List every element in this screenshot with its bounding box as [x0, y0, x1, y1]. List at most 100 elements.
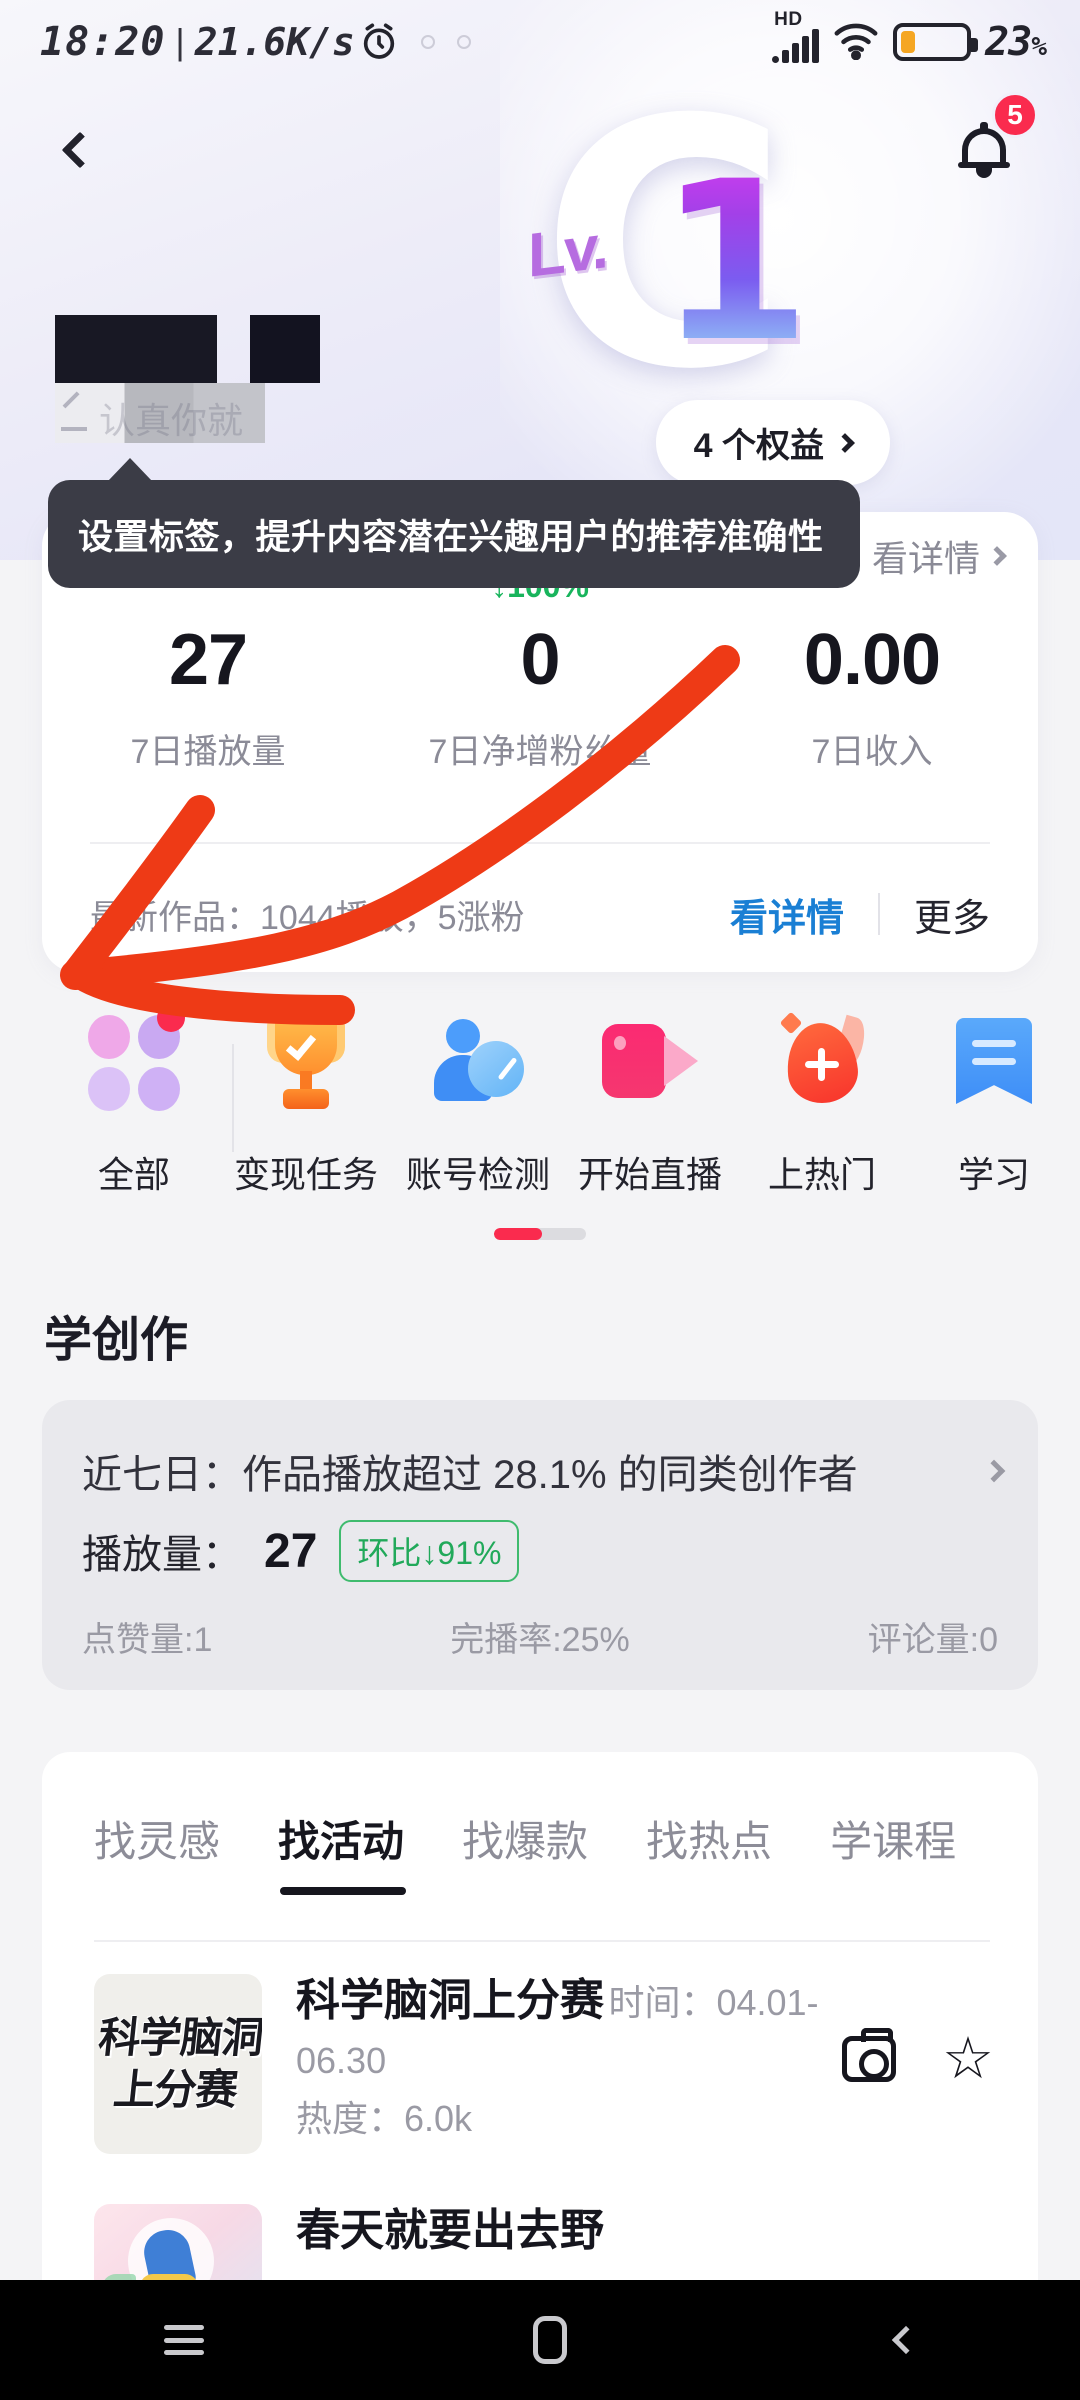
username-redaction	[250, 315, 320, 383]
status-bar-right: HD 23%	[772, 9, 1047, 65]
back-chevron-icon	[61, 131, 99, 169]
activity-title: 春天就要出去野	[296, 2206, 604, 2255]
stats-row: 27 7日播放量 ↓100% 0 7日净增粉丝量 0.00 7日收入	[42, 568, 1038, 773]
tab-courses[interactable]: 学课程	[830, 1808, 956, 1895]
tag-setting-tooltip[interactable]: 设置标签，提升内容潜在兴趣用户的推荐准确性	[48, 458, 860, 588]
activity-info: 科学脑洞上分赛 时间：04.01-06.30 热度：6.0k	[296, 1974, 842, 2148]
shortcut-scroll-indicator[interactable]	[494, 1228, 586, 1240]
shortcut-all-badge	[157, 1004, 185, 1032]
shortcut-study[interactable]: 学习	[908, 1008, 1080, 1198]
chevron-right-icon	[987, 546, 1007, 566]
insight-metrics-row: 点赞量:1 完播率:25% 评论量:0	[82, 1612, 998, 1661]
battery-icon	[893, 23, 979, 61]
activity-actions: ☆	[842, 2028, 994, 2088]
username-edit-row[interactable]: 认真你就	[61, 392, 243, 444]
insight-trend-badge: 环比↓91%	[339, 1520, 520, 1582]
account-gauge-icon	[425, 1008, 531, 1114]
shortcut-all-label: 全部	[97, 1154, 170, 1195]
stats-divider	[90, 842, 990, 844]
page-title: 学创作	[44, 1314, 189, 1367]
alarm-clock-icon	[359, 22, 399, 62]
profile-header: 18:20 | 21.6K/s HD 23% 5 Lv. 1 4 个权益 认真你…	[0, 0, 1080, 560]
shortcut-account-check-label: 账号检测	[405, 1154, 550, 1195]
shortcut-row: 全部 变现任务 账号检测 开始直播 上热门 学习	[0, 1004, 1080, 1248]
phone-screen: 18:20 | 21.6K/s HD 23% 5 Lv. 1 4 个权益 认真你…	[0, 0, 1080, 2400]
stat-income[interactable]: 0.00 7日收入	[706, 620, 1038, 773]
tab-hotspots[interactable]: 找热点	[646, 1808, 772, 1895]
shortcut-go-live-label: 开始直播	[577, 1154, 722, 1195]
chevron-right-icon	[835, 432, 855, 453]
activity-time-label: 时间：	[608, 1982, 717, 2023]
shortcut-trending[interactable]: 上热门	[736, 1008, 908, 1198]
more-link[interactable]: 更多	[914, 887, 990, 942]
system-back-icon[interactable]	[891, 2325, 920, 2355]
thumb-line-2: 上分赛	[111, 2066, 240, 2113]
vertical-divider	[877, 893, 880, 935]
status-separator: |	[175, 21, 185, 62]
trophy-icon	[253, 1008, 359, 1114]
stat-plays-value: 27	[168, 620, 248, 700]
recents-menu-icon[interactable]	[164, 2325, 205, 2355]
username-ghost-text: 认真你就	[99, 400, 244, 441]
back-button[interactable]	[42, 112, 118, 188]
chevron-right-icon	[982, 1459, 1006, 1483]
creator-insight-card[interactable]: 近七日：作品播放超过 28.1% 的同类创作者 播放量： 27 环比↓91% 点…	[42, 1400, 1038, 1690]
profile-identity[interactable]: 认真你就	[55, 310, 320, 500]
status-misc-icon-1	[420, 35, 435, 49]
stat-plays-label: 7日播放量	[130, 733, 286, 771]
shortcut-separator	[232, 1044, 234, 1152]
discover-card: 找灵感 找活动 找爆款 找热点 学课程 科学脑洞 上分赛 科学脑洞上分赛 时间：…	[42, 1752, 1038, 2372]
stat-fans-label: 7日净增粉丝量	[428, 733, 652, 771]
stats-detail-label: 看详情	[871, 538, 980, 579]
list-item[interactable]: 科学脑洞 上分赛 科学脑洞上分赛 时间：04.01-06.30 热度：6.0k …	[94, 1974, 994, 2154]
insight-plays-label: 播放量：	[82, 1533, 242, 1577]
stats-detail-link[interactable]: 看详情	[871, 530, 1007, 582]
stat-income-label: 7日收入	[811, 733, 933, 771]
tab-inspiration[interactable]: 找灵感	[94, 1808, 220, 1895]
shortcut-account-check[interactable]: 账号检测	[392, 1008, 564, 1198]
tab-hits[interactable]: 找爆款	[462, 1808, 588, 1895]
status-clock: 18:20	[40, 19, 166, 65]
tooltip-text: 设置标签，提升内容潜在兴趣用户的推荐准确性	[78, 517, 824, 557]
metric-likes: 点赞量:1	[82, 1621, 213, 1659]
stat-plays[interactable]: 27 7日播放量	[42, 620, 374, 773]
shortcut-study-label: 学习	[957, 1154, 1030, 1195]
shortcut-all[interactable]: 全部	[48, 1004, 220, 1198]
wifi-icon	[833, 20, 879, 65]
insight-plays-value: 27	[264, 1524, 318, 1578]
shortcut-list: 全部 变现任务 账号检测 开始直播 上热门 学习	[0, 1004, 1080, 1198]
activity-thumbnail: 科学脑洞 上分赛	[94, 1974, 262, 2154]
battery-percent: 23%	[985, 19, 1047, 65]
shortcut-monetize[interactable]: 变现任务	[220, 1008, 392, 1198]
status-bar-left: 18:20 | 21.6K/s	[40, 19, 471, 65]
rights-button[interactable]: 4 个权益	[655, 400, 890, 485]
tab-underline	[94, 1940, 990, 1942]
shortcut-go-live[interactable]: 开始直播	[564, 1008, 736, 1198]
insight-plays-row: 播放量： 27 环比↓91%	[82, 1520, 520, 1582]
status-misc-icon-2	[456, 35, 471, 49]
star-outline-icon[interactable]: ☆	[942, 2030, 994, 2088]
stat-fans-value: 0	[520, 620, 560, 700]
level-prefix-label: Lv.	[528, 212, 607, 291]
home-icon[interactable]	[532, 2316, 567, 2364]
hd-label: HD	[774, 9, 803, 30]
latest-work-row: 最新作品：1044播放，5涨粉 看详情 更多	[90, 874, 990, 954]
see-detail-link[interactable]: 看详情	[730, 887, 844, 942]
metric-comments: 评论量:0	[867, 1621, 998, 1659]
activity-title: 科学脑洞上分赛	[296, 1976, 604, 2025]
activity-heat-label: 热度：	[296, 2098, 405, 2139]
network-speed: 21.6K/s	[194, 20, 355, 64]
insight-headline-row[interactable]: 近七日：作品播放超过 28.1% 的同类创作者	[82, 1442, 1006, 1500]
video-camera-icon	[597, 1008, 703, 1114]
stat-fans[interactable]: ↓100% 0 7日净增粉丝量	[374, 568, 706, 773]
notification-badge: 5	[992, 92, 1038, 138]
tab-activities[interactable]: 找活动	[278, 1808, 407, 1895]
camera-icon[interactable]	[842, 2028, 896, 2082]
activity-heat-value: 6.0k	[404, 2098, 473, 2139]
metric-completion: 完播率:25%	[450, 1621, 630, 1659]
notification-button[interactable]: 5	[938, 92, 1038, 196]
flame-plus-icon	[769, 1008, 875, 1114]
insight-headline: 近七日：作品播放超过 28.1% 的同类创作者	[82, 1453, 858, 1497]
shortcut-monetize-label: 变现任务	[233, 1154, 378, 1195]
book-icon	[941, 1008, 1047, 1114]
